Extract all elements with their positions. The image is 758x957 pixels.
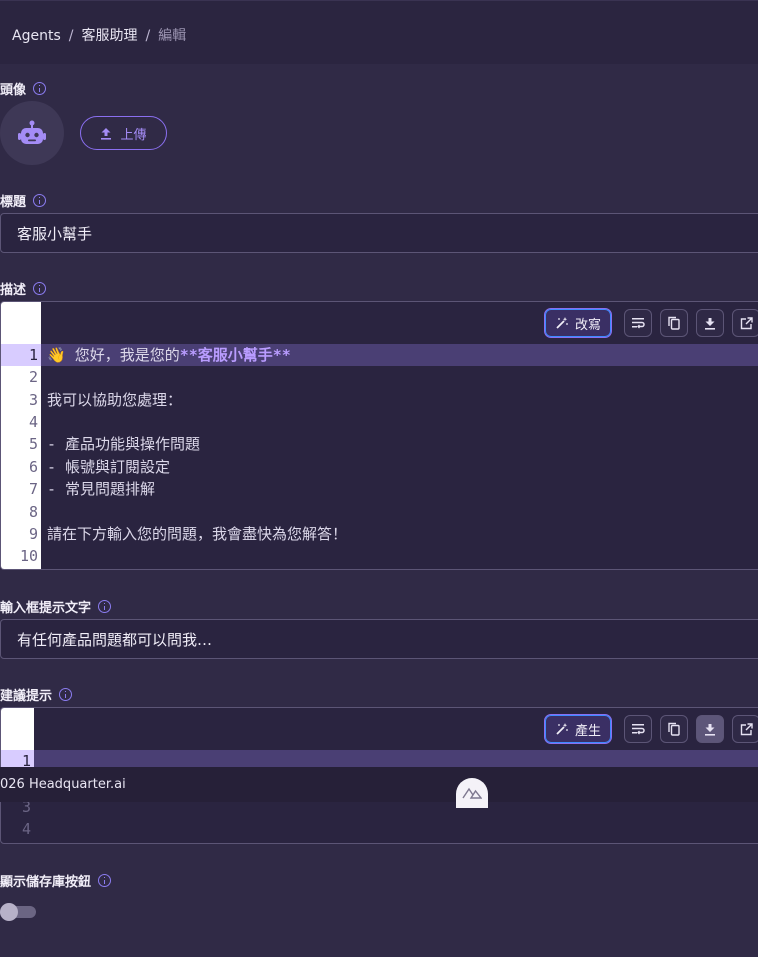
info-icon[interactable]	[33, 82, 47, 95]
upload-button[interactable]: 上傳	[80, 116, 167, 150]
title-input[interactable]: 客服小幫手	[0, 213, 758, 253]
top-bar: Agents / 客服助理 / 編輯	[0, 0, 758, 64]
info-icon[interactable]	[98, 600, 112, 613]
copy-icon	[668, 722, 680, 736]
wrap-lines-button[interactable]	[624, 715, 652, 743]
info-icon[interactable]	[33, 194, 47, 207]
code-line: 8	[28, 503, 38, 521]
repo-toggle[interactable]	[0, 903, 36, 921]
external-link-icon	[740, 722, 753, 735]
footer-bar: 026 Headquarter.ai	[0, 767, 758, 802]
code-line: 5 - 產品功能與操作問題	[28, 435, 201, 453]
download-icon	[705, 317, 715, 330]
copy-button[interactable]	[660, 309, 688, 337]
breadcrumb-current: 編輯	[158, 28, 187, 44]
download-button[interactable]	[696, 715, 724, 743]
magic-wand-icon	[556, 317, 568, 329]
toggle-knob	[0, 903, 18, 921]
code-line: 10	[19, 547, 38, 565]
code-line: 3 我可以協助您處理：	[28, 391, 183, 409]
code-line: 4	[21, 820, 31, 838]
external-link-icon	[740, 316, 753, 329]
open-external-button[interactable]	[732, 309, 758, 337]
code-line: 9 請在下方輸入您的問題，我會盡快為您解答！	[28, 525, 348, 543]
info-icon[interactable]	[59, 688, 73, 701]
generate-button[interactable]: 產生	[544, 714, 613, 744]
repo-toggle-label: 顯示儲存庫按鈕	[0, 871, 112, 890]
title-label: 標題	[0, 191, 47, 210]
info-icon[interactable]	[98, 874, 112, 887]
code-line: 4	[28, 413, 38, 431]
placeholder-label: 輸入框提示文字	[0, 597, 112, 616]
magic-wand-icon	[556, 723, 568, 735]
code-line: 6 - 帳號與訂閱設定	[28, 458, 171, 476]
robot-icon	[18, 120, 46, 144]
download-button[interactable]	[696, 309, 724, 337]
placeholder-input[interactable]: 有任何產品問題都可以問我…	[0, 619, 758, 659]
description-editor[interactable]: 改寫 1 👋 您好，我是您的**客服小幫手** 2 3 我可以協助您處理： 4 …	[0, 301, 758, 570]
copy-button[interactable]	[660, 715, 688, 743]
footer-copyright: 026 Headquarter.ai	[0, 777, 126, 792]
wrap-icon	[632, 724, 645, 735]
avatar	[0, 101, 64, 165]
open-external-button[interactable]	[732, 715, 758, 743]
suggestions-label: 建議提示	[0, 685, 73, 704]
mountain-logo-icon	[462, 787, 482, 799]
upload-icon	[101, 127, 112, 140]
logo-icon[interactable]	[456, 778, 488, 808]
avatar-label: 頭像	[0, 79, 47, 98]
code-line: 7 - 常見問題排解	[28, 480, 156, 498]
copy-icon	[668, 316, 680, 330]
wrap-icon	[632, 318, 645, 329]
code-line: 1 👋 您好，我是您的**客服小幫手**	[1, 344, 758, 366]
rewrite-button[interactable]: 改寫	[544, 308, 613, 338]
code-line: 2	[28, 368, 38, 386]
description-label: 描述	[0, 279, 47, 298]
breadcrumb: Agents / 客服助理 / 編輯	[12, 28, 187, 44]
breadcrumb-parent[interactable]: 客服助理	[81, 28, 137, 44]
breadcrumb-agents[interactable]: Agents	[12, 28, 61, 44]
wrap-lines-button[interactable]	[624, 309, 652, 337]
download-icon	[705, 723, 715, 736]
info-icon[interactable]	[33, 282, 47, 295]
